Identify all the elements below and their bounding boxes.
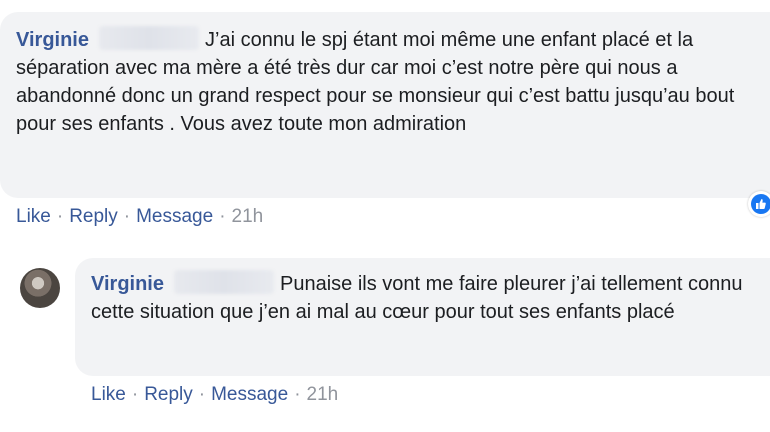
like-reaction-icon[interactable] [748, 191, 770, 217]
separator: · [56, 206, 64, 227]
redacted-surname [99, 26, 199, 50]
reply-timestamp[interactable]: 21h [307, 384, 339, 405]
reply-author-name[interactable]: Virginie [91, 273, 164, 295]
reply-bubble: Virginie Punaise ils vont me faire pleure… [75, 258, 770, 376]
message-link[interactable]: Message [136, 206, 213, 227]
separator: · [131, 384, 139, 405]
message-link[interactable]: Message [211, 384, 288, 405]
user-avatar[interactable] [20, 268, 60, 308]
comment-timestamp[interactable]: 21h [232, 206, 264, 227]
comment-bubble: Virginie J’ai connu le spj étant moi même… [0, 12, 770, 198]
comment-author-name[interactable]: Virginie [16, 29, 89, 51]
reply-actions: Like · Reply · Message · 21h [91, 384, 338, 406]
separator: · [198, 384, 206, 405]
separator: · [123, 206, 131, 227]
like-link[interactable]: Like [16, 206, 51, 227]
like-link[interactable]: Like [91, 384, 126, 405]
redacted-surname [174, 270, 274, 294]
separator: · [294, 384, 301, 405]
separator: · [219, 206, 226, 227]
comment-actions: Like · Reply · Message · 21h [16, 206, 263, 228]
reply-link[interactable]: Reply [144, 384, 193, 405]
reply-link[interactable]: Reply [69, 206, 118, 227]
